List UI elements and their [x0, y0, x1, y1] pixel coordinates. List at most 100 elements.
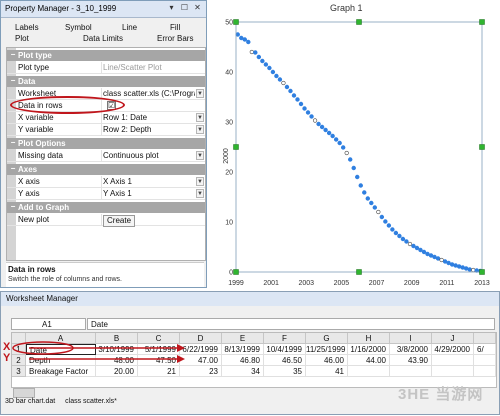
data-point[interactable] — [333, 137, 339, 142]
data-point[interactable] — [249, 49, 254, 55]
data-point[interactable] — [379, 214, 385, 220]
section-add-to-graph[interactable]: − Add to Graph — [7, 202, 205, 213]
data-point[interactable] — [383, 219, 388, 224]
data-point[interactable] — [309, 114, 314, 119]
row-x-axis[interactable]: X axis X Axis 1 ▼ — [7, 176, 205, 188]
data-point[interactable] — [372, 205, 378, 210]
data-point[interactable] — [397, 233, 402, 239]
data-point[interactable] — [453, 263, 458, 268]
data-point[interactable] — [263, 62, 269, 67]
chevron-down-icon[interactable]: ▼ — [196, 125, 204, 134]
tab-line[interactable]: Line — [122, 23, 137, 32]
data-point[interactable] — [274, 73, 279, 79]
data-point[interactable] — [253, 50, 258, 55]
row-y-variable[interactable]: Y variable Row 2: Depth ▼ — [7, 124, 205, 136]
graph-chart[interactable]: 1999 2001 2003 2005 2007 2009 2011 2013 0 10 20 30 4… — [218, 16, 496, 292]
chevron-down-icon[interactable]: ▼ — [196, 113, 204, 122]
sheet-tab[interactable]: 3D bar chart.dat — [5, 398, 55, 405]
data-point[interactable] — [418, 247, 423, 253]
section-plot-type[interactable]: − Plot type — [7, 50, 205, 61]
data-point[interactable] — [298, 101, 304, 107]
tab-error-bars[interactable]: Error Bars — [157, 34, 193, 43]
data-point[interactable] — [435, 256, 441, 261]
dropdown-icon[interactable]: ▾ — [166, 3, 177, 13]
tab-labels[interactable]: Labels — [15, 23, 39, 32]
data-point[interactable] — [316, 121, 321, 127]
data-point[interactable] — [305, 110, 311, 115]
data-point[interactable] — [330, 133, 335, 139]
data-point[interactable] — [270, 69, 276, 75]
sheet-tab-active[interactable]: class scatter.xls* — [65, 398, 117, 405]
data-point[interactable] — [295, 97, 300, 102]
resize-handle[interactable] — [479, 144, 485, 150]
data-point[interactable] — [421, 249, 427, 255]
collapse-icon[interactable]: − — [9, 164, 17, 173]
data-point[interactable] — [302, 106, 307, 111]
data-point[interactable] — [471, 267, 476, 273]
data-point[interactable] — [348, 157, 353, 162]
resize-handle[interactable] — [233, 19, 239, 25]
row-plot-type[interactable]: Plot type Line/Scatter Plot — [7, 62, 205, 74]
data-point[interactable] — [284, 84, 290, 90]
data-point[interactable] — [362, 190, 367, 195]
data-point[interactable] — [256, 54, 262, 60]
data-point[interactable] — [291, 93, 297, 98]
resize-handle[interactable] — [233, 269, 239, 275]
tab-data-limits[interactable]: Data Limits — [83, 34, 123, 43]
data-point[interactable] — [281, 80, 286, 86]
tab-plot[interactable]: Plot — [15, 34, 29, 43]
create-button[interactable]: Create — [103, 215, 136, 227]
close-icon[interactable]: ✕ — [192, 3, 203, 13]
maximize-icon[interactable]: ☐ — [179, 3, 190, 13]
section-axes[interactable]: − Axes — [7, 164, 205, 175]
data-point[interactable] — [340, 145, 346, 150]
resize-handle[interactable] — [356, 269, 362, 275]
chevron-down-icon[interactable]: ▼ — [196, 177, 204, 186]
data-point[interactable] — [390, 227, 395, 232]
collapse-icon[interactable]: − — [9, 76, 17, 85]
resize-handle[interactable] — [356, 19, 362, 25]
collapse-icon[interactable]: − — [9, 138, 17, 147]
row-x-variable[interactable]: X variable Row 1: Date ▼ — [7, 112, 205, 124]
resize-handle[interactable] — [479, 19, 485, 25]
data-point[interactable] — [358, 183, 363, 188]
data-point[interactable] — [326, 130, 332, 136]
row-missing-data[interactable]: Missing data Continuous plot ▼ — [7, 150, 205, 162]
data-point[interactable] — [439, 257, 444, 263]
chevron-down-icon[interactable]: ▼ — [196, 189, 204, 198]
horizontal-scrollbar[interactable] — [13, 388, 35, 398]
data-point[interactable] — [407, 241, 413, 247]
data-point[interactable] — [463, 266, 469, 271]
collapse-icon[interactable]: − — [9, 50, 17, 59]
data-point[interactable] — [460, 265, 465, 270]
data-point[interactable] — [355, 174, 360, 180]
data-point[interactable] — [369, 200, 374, 206]
data-point[interactable] — [267, 65, 272, 71]
resize-handle[interactable] — [479, 269, 485, 275]
data-point[interactable] — [344, 150, 349, 156]
data-point[interactable] — [312, 118, 318, 123]
data-point[interactable] — [319, 124, 325, 130]
data-point[interactable] — [365, 196, 370, 201]
collapse-icon[interactable]: − — [9, 202, 17, 211]
data-point[interactable] — [246, 39, 251, 45]
data-point[interactable] — [376, 209, 381, 215]
data-point[interactable] — [449, 262, 455, 267]
data-point[interactable] — [288, 88, 293, 94]
chevron-down-icon[interactable]: ▼ — [196, 89, 204, 98]
section-data[interactable]: − Data — [7, 76, 205, 87]
row-y-axis[interactable]: Y axis Y Axis 1 ▼ — [7, 188, 205, 200]
data-point[interactable] — [404, 239, 409, 244]
chevron-down-icon[interactable]: ▼ — [196, 151, 204, 160]
data-point[interactable] — [400, 236, 406, 242]
data-point[interactable] — [235, 32, 240, 37]
tab-fill[interactable]: Fill — [170, 23, 180, 32]
data-point[interactable] — [351, 165, 356, 171]
data-point[interactable] — [386, 223, 392, 228]
data-point[interactable] — [456, 264, 462, 269]
data-point[interactable] — [260, 58, 265, 64]
tab-symbol[interactable]: Symbol — [65, 23, 92, 32]
data-point[interactable] — [411, 243, 416, 249]
property-manager-titlebar[interactable]: Property Manager - 3_10_1999 ▾ ☐ ✕ — [1, 1, 206, 18]
data-point[interactable] — [467, 267, 472, 272]
